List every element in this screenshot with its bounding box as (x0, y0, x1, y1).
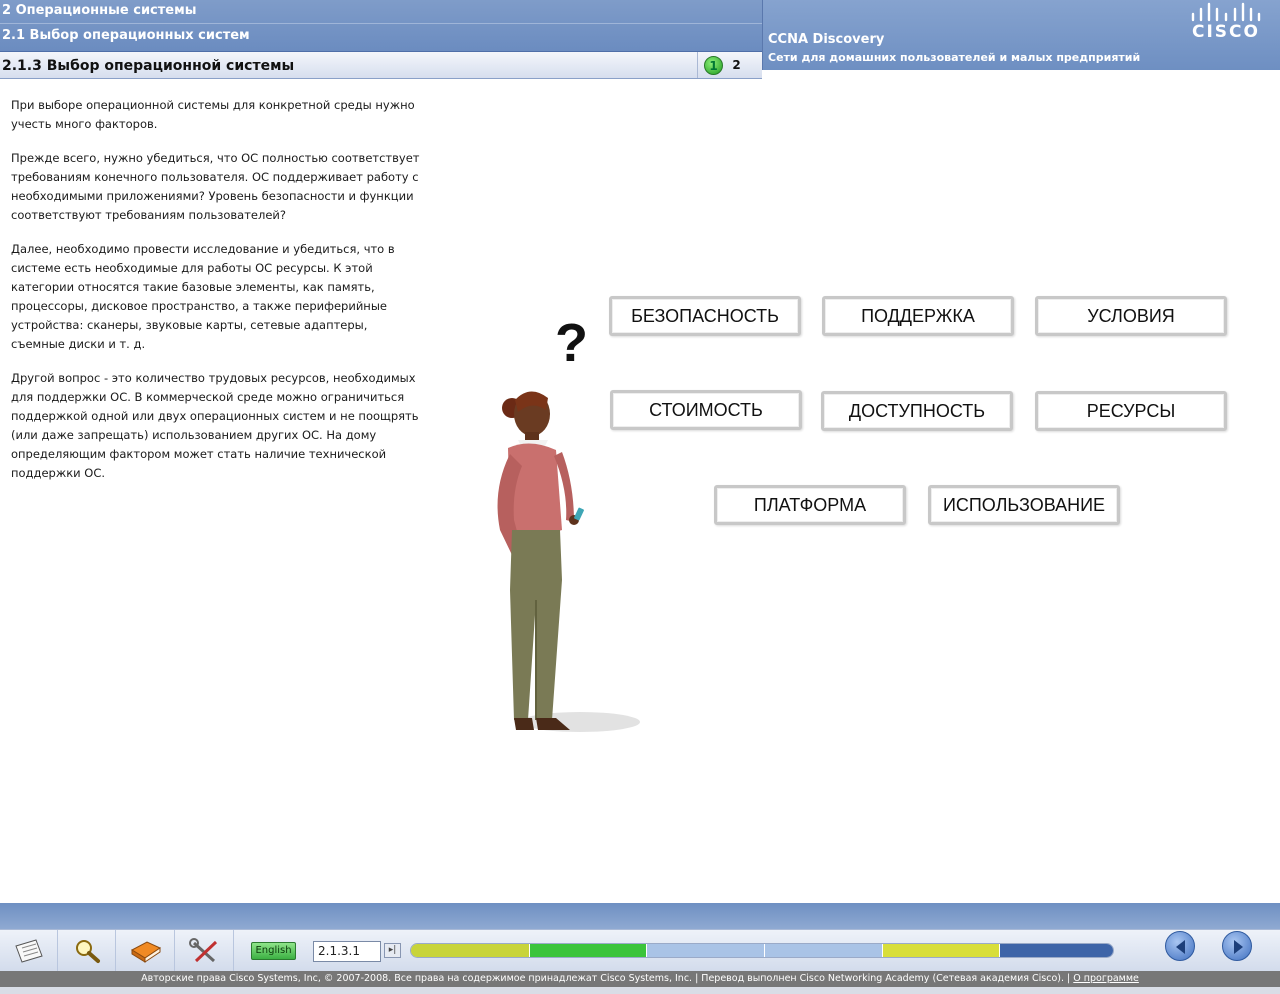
factor-availability-button[interactable]: ДОСТУПНОСТЬ (821, 391, 1013, 431)
page-selector: 1 2 (697, 52, 759, 78)
chapter-title[interactable]: 2 Операционные системы (2, 3, 197, 18)
cisco-bridge-icon (1191, 2, 1261, 22)
page-title: 2.1.3 Выбор операционной системы (2, 58, 295, 74)
progress-segment-2[interactable] (529, 944, 648, 957)
cisco-logo-text: CISCO (1192, 22, 1260, 42)
page-2-button[interactable]: 2 (727, 56, 746, 75)
breadcrumb-divider (0, 23, 762, 24)
progress-segment-6[interactable] (1000, 944, 1113, 957)
page-1-button[interactable]: 1 (704, 56, 723, 75)
course-name: CCNA Discovery (768, 32, 885, 47)
woman-illustration (497, 391, 640, 732)
progress-segment-3[interactable] (647, 944, 765, 957)
go-to-page-button[interactable]: ▸| (384, 943, 401, 958)
footer: Авторские права Cisco Systems, Inc, © 20… (0, 971, 1280, 987)
search-icon (75, 940, 100, 963)
tools-button[interactable] (176, 930, 234, 972)
about-link[interactable]: О программе (1073, 973, 1139, 984)
back-arrow-icon (1176, 940, 1185, 954)
course-progress-bar[interactable] (410, 943, 1114, 958)
course-window: 2 Операционные системы 2.1 Выбор операци… (0, 0, 1280, 994)
section-title[interactable]: 2.1 Выбор операционных систем (2, 28, 250, 43)
paragraph-intro: При выборе операционной системы для конк… (11, 98, 415, 131)
tools-icon (188, 938, 217, 963)
lesson-text: При выборе операционной системы для конк… (11, 96, 421, 498)
breadcrumb: 2 Операционные системы 2.1 Выбор операци… (0, 0, 762, 51)
notes-button[interactable] (0, 930, 58, 972)
factor-support-button[interactable]: ПОДДЕРЖКА (822, 296, 1014, 336)
paragraph-resources: Далее, необходимо провести исследование … (11, 242, 395, 351)
paragraph-support: Другой вопрос - это количество трудовых … (11, 371, 419, 480)
language-button[interactable]: English (251, 942, 296, 960)
toolbar: English 2.1.3.1 ▸| (0, 929, 1280, 972)
factor-security-button[interactable]: БЕЗОПАСНОСТЬ (609, 296, 801, 336)
notes-icon (14, 939, 43, 963)
question-mark: ? (555, 313, 588, 373)
glossary-book-icon (130, 941, 161, 963)
bottom-band (0, 903, 1280, 929)
factor-cost-button[interactable]: СТОИМОСТЬ (610, 390, 802, 430)
page-title-bar: 2.1.3 Выбор операционной системы 1 2 (0, 51, 762, 79)
location-field[interactable]: 2.1.3.1 (313, 941, 381, 962)
course-header: CISCO CCNA Discovery Сети для домашних п… (762, 0, 1280, 70)
factor-conditions-button[interactable]: УСЛОВИЯ (1035, 296, 1227, 336)
paragraph-user-requirements: Прежде всего, нужно убедиться, что ОС по… (11, 151, 420, 222)
progress-segment-1[interactable] (411, 944, 530, 957)
glossary-button[interactable] (117, 930, 175, 972)
back-button[interactable] (1165, 931, 1195, 961)
progress-segment-4[interactable] (765, 944, 883, 957)
cisco-logo: CISCO (1189, 2, 1263, 42)
forward-arrow-icon (1234, 940, 1243, 954)
factor-platform-button[interactable]: ПЛАТФОРМА (714, 485, 906, 525)
search-button[interactable] (58, 930, 116, 972)
course-subtitle: Сети для домашних пользователей и малых … (768, 51, 1141, 64)
window-bottom-edge (0, 987, 1280, 994)
factor-usage-button[interactable]: ИСПОЛЬЗОВАНИЕ (928, 485, 1120, 525)
progress-segment-5[interactable] (882, 944, 1001, 957)
factor-resources-button[interactable]: РЕСУРСЫ (1035, 391, 1227, 431)
forward-button[interactable] (1222, 931, 1252, 961)
copyright-text: Авторские права Cisco Systems, Inc, © 20… (141, 973, 1071, 984)
